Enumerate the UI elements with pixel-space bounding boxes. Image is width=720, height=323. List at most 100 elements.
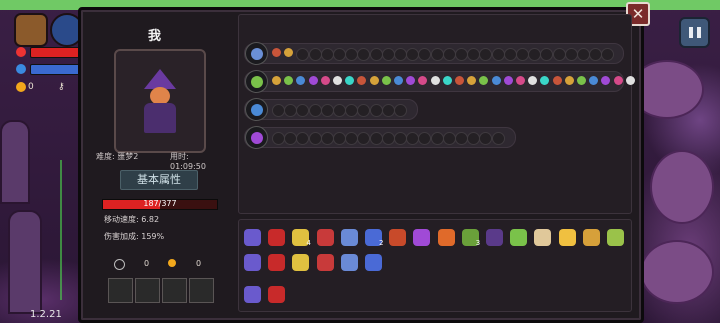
coin-count: 0	[196, 259, 202, 268]
upgrade-icon[interactable]	[381, 76, 391, 85]
empty-slot[interactable]	[272, 132, 285, 145]
empty-slot[interactable]	[564, 48, 578, 61]
mage-hood-icon[interactable]	[244, 229, 261, 246]
skull-icon[interactable]	[582, 229, 600, 246]
feather-icon[interactable]	[268, 254, 286, 271]
item-count: 2	[379, 239, 384, 247]
cloak-icon[interactable]	[486, 229, 503, 246]
upgrade-icon[interactable]	[552, 76, 562, 85]
compass-icon[interactable]	[365, 254, 382, 271]
upgrade-icon[interactable]	[272, 48, 281, 57]
empty-slot[interactable]	[491, 132, 505, 145]
upgrade-icon[interactable]	[625, 76, 635, 85]
close-icon: ✕	[631, 4, 645, 23]
upgrade-icon[interactable]	[369, 76, 379, 85]
rock	[640, 240, 714, 304]
purple-wand-icon[interactable]	[245, 126, 268, 149]
witch-hat-icon[interactable]	[413, 229, 431, 246]
empty-slot[interactable]	[394, 48, 407, 61]
empty-slot[interactable]	[394, 132, 407, 145]
upgrade-icon[interactable]	[455, 76, 464, 85]
empty-slot[interactable]	[320, 48, 334, 61]
hud-mana-bar	[30, 64, 80, 75]
key-count: 0	[144, 259, 150, 268]
swirl-icon[interactable]	[268, 286, 286, 303]
staff-weapon-icon[interactable]	[245, 70, 268, 93]
empty-slot[interactable]	[516, 48, 529, 61]
upgrade-icon[interactable]	[272, 76, 281, 85]
character-info: 我 难度: 噩梦2 用时: 01:09:50 基本属性 187/377 移动速度…	[92, 15, 224, 310]
empty-slot[interactable]	[308, 132, 322, 145]
empty-slot[interactable]	[308, 48, 322, 61]
dna-icon[interactable]	[389, 229, 407, 246]
upgrade-icon[interactable]	[394, 76, 403, 85]
empty-slot[interactable]	[369, 48, 383, 61]
empty-slot[interactable]	[320, 132, 334, 145]
empty-slot[interactable]	[333, 132, 346, 145]
upgrade-icon[interactable]	[564, 76, 574, 85]
empty-slot[interactable]	[455, 48, 468, 61]
blue-orb-icon[interactable]	[245, 98, 268, 121]
hud-gem-count: 0	[28, 82, 34, 92]
upgrade-icon[interactable]	[503, 76, 513, 85]
witch-avatar	[138, 69, 182, 139]
empty-slot[interactable]	[552, 48, 566, 61]
key-icon: ⚷	[58, 82, 65, 92]
upgrade-icon[interactable]	[491, 76, 501, 85]
empty-slot[interactable]	[442, 132, 456, 145]
empty-slot[interactable]	[369, 132, 383, 145]
upgrade-icon[interactable]	[516, 76, 525, 85]
empty-slot[interactable]	[503, 48, 517, 61]
equipment-slot[interactable]	[135, 278, 160, 303]
upgrade-icon[interactable]	[333, 76, 342, 85]
chest-slot-icon[interactable]	[14, 13, 48, 47]
upgrade-icon[interactable]	[308, 76, 318, 85]
empty-slot[interactable]	[442, 48, 456, 61]
chest-weapon-icon[interactable]	[245, 42, 268, 65]
empty-slot[interactable]	[381, 104, 395, 117]
equipment-slot[interactable]	[108, 278, 133, 303]
empty-slot[interactable]	[491, 48, 505, 61]
upgrade-icon[interactable]	[577, 76, 586, 85]
red-rune-icon[interactable]	[268, 229, 286, 246]
empty-slot[interactable]	[455, 132, 468, 145]
equipment-slot[interactable]	[162, 278, 187, 303]
pause-button[interactable]	[679, 17, 710, 48]
empty-slot[interactable]	[272, 104, 285, 117]
coin-icon	[168, 259, 176, 267]
tower	[8, 210, 42, 314]
potion-icon[interactable]	[316, 254, 334, 271]
upgrade-icon[interactable]	[613, 76, 623, 85]
empty-slot[interactable]	[577, 48, 590, 61]
attributes-tab[interactable]: 基本属性	[120, 170, 198, 190]
empty-slot[interactable]	[381, 132, 395, 145]
green-gem-icon[interactable]	[510, 229, 528, 246]
empty-slot[interactable]	[394, 104, 407, 117]
upgrade-icon[interactable]	[442, 76, 452, 85]
empty-slot[interactable]	[333, 104, 346, 117]
heart-icon	[16, 47, 26, 57]
heart-icon[interactable]	[437, 229, 455, 246]
grimoire-icon[interactable]	[292, 254, 310, 271]
damage-bonus-stat: 伤害加成: 159%	[104, 232, 165, 241]
cheese-icon[interactable]	[558, 229, 576, 246]
leaf-icon[interactable]	[607, 229, 624, 246]
empty-slot[interactable]	[369, 104, 383, 117]
empty-slot[interactable]	[430, 132, 444, 145]
upgrade-icon[interactable]	[430, 76, 440, 85]
empty-slot[interactable]	[381, 48, 395, 61]
mana-icon	[16, 64, 26, 74]
map-icon[interactable]	[340, 254, 358, 271]
upgrade-icon[interactable]	[320, 76, 330, 85]
fang-icon[interactable]	[534, 229, 552, 246]
empty-slot[interactable]	[320, 104, 334, 117]
swirl-icon[interactable]	[244, 286, 261, 303]
equipment-slot[interactable]	[189, 278, 214, 303]
blue-crystal-icon[interactable]	[340, 229, 358, 246]
empty-slot[interactable]	[308, 104, 322, 117]
empty-slot[interactable]	[430, 48, 444, 61]
demon-mask-icon[interactable]	[316, 229, 334, 246]
empty-slot[interactable]	[333, 48, 346, 61]
rock	[650, 150, 714, 224]
herb-icon[interactable]	[244, 254, 261, 271]
